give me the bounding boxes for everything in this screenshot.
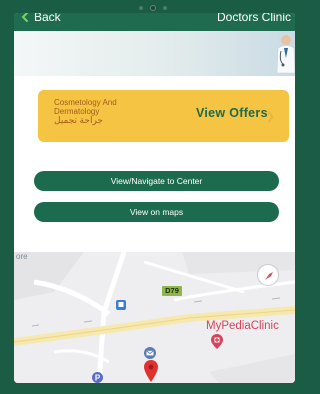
location-pin-icon[interactable] bbox=[144, 360, 158, 382]
navigate-to-center-button[interactable]: View/Navigate to Center bbox=[34, 171, 279, 191]
sensor-dot bbox=[163, 6, 167, 10]
category-english: Cosmetology And Dermatology bbox=[54, 98, 117, 116]
doctor-illustration-icon bbox=[276, 35, 295, 74]
back-button[interactable]: Back bbox=[20, 13, 61, 24]
map-view[interactable]: ore D79 MyPediaClinic P bbox=[14, 252, 295, 383]
top-app-bar: Back Doctors Clinic bbox=[14, 13, 295, 31]
category-arabic: جراحة تجميل bbox=[54, 115, 103, 125]
map-more-label: ore bbox=[16, 252, 28, 261]
chevron-right-icon: ❯ bbox=[265, 111, 275, 123]
sensor-dot bbox=[139, 6, 143, 10]
bus-stop-icon bbox=[116, 300, 126, 310]
tablet-frame: Back Doctors Clinic Cosmetology And Derm… bbox=[0, 0, 306, 394]
view-offers-button[interactable]: View Offers bbox=[196, 106, 268, 120]
clinic-banner bbox=[14, 31, 295, 76]
offer-card[interactable]: Cosmetology And Dermatology جراحة تجميل … bbox=[38, 90, 289, 142]
compass-button[interactable] bbox=[257, 264, 279, 286]
camera-lens-icon bbox=[150, 5, 156, 11]
mail-icon bbox=[144, 347, 156, 359]
parking-icon: P bbox=[92, 372, 103, 383]
front-camera bbox=[139, 5, 167, 11]
page-title: Doctors Clinic bbox=[216, 13, 291, 24]
hospital-marker-icon[interactable] bbox=[211, 334, 223, 349]
clinic-poi-label[interactable]: MyPediaClinic bbox=[206, 320, 279, 332]
back-label: Back bbox=[34, 13, 61, 24]
chevron-left-icon bbox=[21, 13, 28, 22]
app-screen: Back Doctors Clinic Cosmetology And Derm… bbox=[14, 13, 295, 383]
view-on-maps-button[interactable]: View on maps bbox=[34, 202, 279, 222]
svg-text:P: P bbox=[95, 374, 101, 383]
offer-category: Cosmetology And Dermatology جراحة تجميل bbox=[54, 98, 159, 125]
compass-icon bbox=[265, 272, 273, 280]
road-number-badge: D79 bbox=[162, 286, 182, 296]
